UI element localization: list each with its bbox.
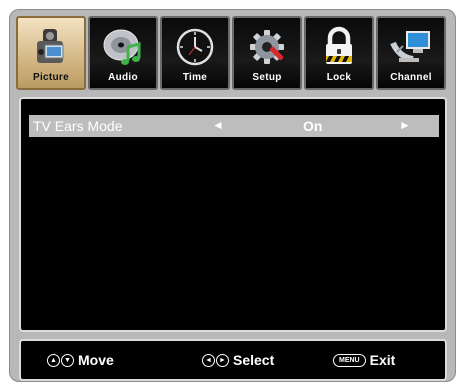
left-arrow-icon: ◄ bbox=[202, 353, 215, 367]
select-hint: ◄ ► Select bbox=[202, 352, 274, 368]
tab-setup[interactable]: Setup bbox=[232, 16, 302, 90]
satellite-monitor-icon bbox=[390, 31, 430, 62]
tab-channel[interactable]: Channel bbox=[376, 16, 446, 90]
move-hint: ▲ ▼ Move bbox=[47, 352, 114, 368]
padlock-icon bbox=[326, 26, 352, 64]
footer-hint-bar: ▲ ▼ Move ◄ ► Select MENU Exit bbox=[19, 339, 447, 381]
right-arrow-icon: ► bbox=[216, 353, 229, 367]
menu-key-icon: MENU bbox=[333, 353, 366, 367]
tab-label: Setup bbox=[252, 72, 282, 83]
tab-time[interactable]: Time bbox=[160, 16, 230, 90]
down-arrow-icon: ▼ bbox=[61, 353, 74, 367]
tab-label: Lock bbox=[326, 72, 352, 83]
menu-tabs: Picture Audio Time Setup Lock Channel bbox=[16, 16, 448, 90]
gear-wrench-icon bbox=[250, 30, 284, 64]
setting-value: On bbox=[303, 118, 323, 134]
tab-label: Time bbox=[182, 72, 208, 83]
left-arrow-icon[interactable]: ◄ bbox=[212, 118, 224, 132]
music-disc-icon bbox=[103, 29, 141, 65]
exit-hint: MENU Exit bbox=[333, 352, 395, 368]
tab-label: Audio bbox=[108, 72, 138, 83]
tab-picture[interactable]: Picture bbox=[16, 16, 86, 90]
exit-label: Exit bbox=[369, 352, 396, 368]
tv-ears-mode-row[interactable]: TV Ears Mode ◄ On ► bbox=[29, 115, 439, 137]
setting-name: TV Ears Mode bbox=[33, 118, 123, 134]
tab-label: Channel bbox=[390, 72, 432, 83]
select-label: Select bbox=[233, 352, 275, 368]
camera-icon bbox=[37, 29, 64, 63]
right-arrow-icon[interactable]: ► bbox=[399, 118, 411, 132]
clock-icon bbox=[176, 28, 214, 66]
move-label: Move bbox=[78, 352, 114, 368]
settings-panel: TV Ears Mode ◄ On ► bbox=[19, 97, 447, 332]
tab-audio[interactable]: Audio bbox=[88, 16, 158, 90]
tab-label: Picture bbox=[32, 72, 69, 83]
up-arrow-icon: ▲ bbox=[47, 353, 60, 367]
tab-lock[interactable]: Lock bbox=[304, 16, 374, 90]
